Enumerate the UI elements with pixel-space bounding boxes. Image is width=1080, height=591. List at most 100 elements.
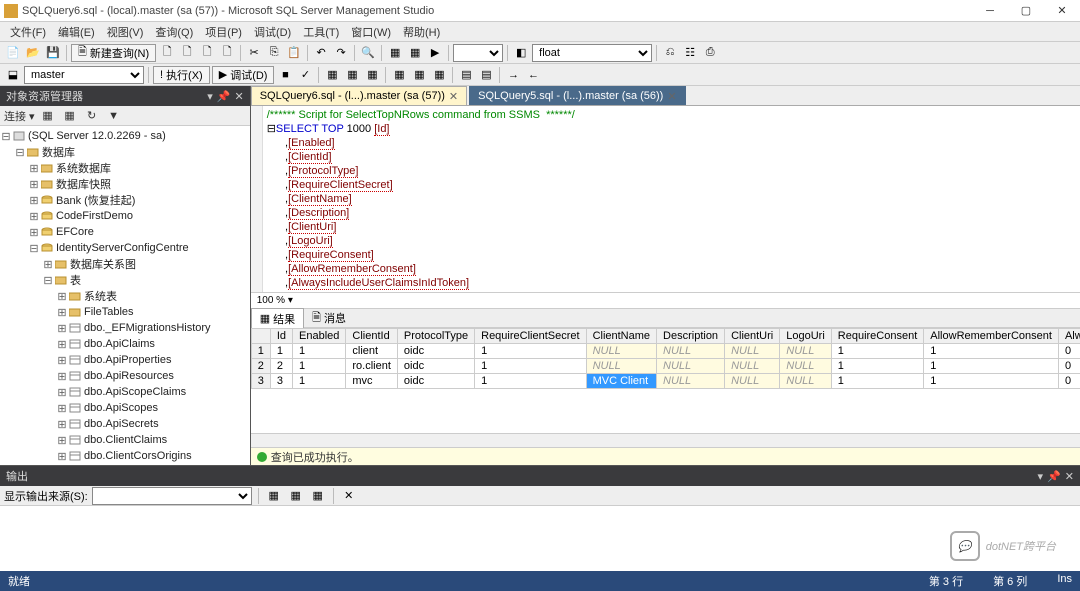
tree-node[interactable]: ⊞dbo.ApiScopes: [0, 400, 250, 416]
scrollbar-horizontal[interactable]: [251, 433, 1080, 447]
undo-icon[interactable]: ↶: [312, 44, 330, 62]
tree-node[interactable]: ⊞数据库快照: [0, 176, 250, 192]
tree-node[interactable]: ⊟数据库: [0, 144, 250, 160]
oe-filter-icon[interactable]: ▼: [105, 107, 123, 125]
execute-button[interactable]: ! 执行(X): [153, 66, 210, 84]
pin-icon[interactable]: ▾: [207, 90, 213, 103]
uncomment-icon[interactable]: ▤: [477, 66, 495, 84]
tb-combo-1[interactable]: [453, 44, 503, 62]
tree-node[interactable]: ⊞dbo.ApiClaims: [0, 336, 250, 352]
oe-icon-1[interactable]: ▦: [39, 107, 57, 125]
tree-node[interactable]: ⊞dbo.ApiSecrets: [0, 416, 250, 432]
tb-icon-8[interactable]: ⎌: [661, 44, 679, 62]
tb-icon-6[interactable]: ▦: [406, 44, 424, 62]
tb-icon-7[interactable]: ◧: [512, 44, 530, 62]
find-icon[interactable]: 🔍: [359, 44, 377, 62]
tree-node[interactable]: ⊞Bank (恢复挂起): [0, 192, 250, 208]
tree-node[interactable]: ⊞dbo._EFMigrationsHistory: [0, 320, 250, 336]
menu-view[interactable]: 视图(V): [101, 22, 150, 42]
menu-debug[interactable]: 调试(D): [248, 22, 297, 42]
indent-icon[interactable]: →: [504, 66, 522, 84]
menu-edit[interactable]: 编辑(E): [52, 22, 101, 42]
sql-editor[interactable]: /****** Script for SelectTopNRows comman…: [251, 106, 1080, 292]
redo-icon[interactable]: ↷: [332, 44, 350, 62]
tab-sqlquery5[interactable]: SQLQuery5.sql - (l...).master (sa (56))✕: [469, 86, 685, 105]
tb-icon-4[interactable]: 🗋: [218, 44, 236, 62]
tb2-icon-5[interactable]: ▦: [390, 66, 408, 84]
connect-dropdown[interactable]: 连接 ▾: [4, 108, 35, 124]
cut-icon[interactable]: ✂: [245, 44, 263, 62]
tb-icon-9[interactable]: ☷: [681, 44, 699, 62]
object-tree[interactable]: ⊟(SQL Server 12.0.2269 - sa)⊟数据库⊞系统数据库⊞数…: [0, 126, 250, 465]
tree-node[interactable]: ⊞dbo.ClientCorsOrigins: [0, 448, 250, 464]
new-project-icon[interactable]: 📄: [4, 44, 22, 62]
pin2-icon[interactable]: 📌: [217, 90, 231, 103]
close-panel-icon[interactable]: ✕: [234, 90, 243, 103]
tb-icon-2[interactable]: 🗋: [178, 44, 196, 62]
output-source-combo[interactable]: [92, 487, 252, 505]
tree-node[interactable]: ⊞EFCore: [0, 224, 250, 240]
tree-node[interactable]: ⊞dbo.ApiProperties: [0, 352, 250, 368]
tab-results[interactable]: ▦ 结果: [251, 308, 304, 330]
tb2-icon-1[interactable]: ⬓: [4, 66, 22, 84]
tree-node[interactable]: ⊟(SQL Server 12.0.2269 - sa): [0, 128, 250, 144]
tb2-icon-7[interactable]: ▦: [430, 66, 448, 84]
parse-icon[interactable]: ✓: [296, 66, 314, 84]
close-button[interactable]: ✕: [1048, 2, 1076, 20]
tree-node[interactable]: ⊞系统表: [0, 288, 250, 304]
status-ins: Ins: [1057, 573, 1072, 589]
tree-node[interactable]: ⊞dbo.ApiScopeClaims: [0, 384, 250, 400]
tree-node[interactable]: ⊟IdentityServerConfigCentre: [0, 240, 250, 256]
out-icon-2[interactable]: ▦: [287, 487, 305, 505]
out-icon-1[interactable]: ▦: [265, 487, 283, 505]
outdent-icon[interactable]: ←: [524, 66, 542, 84]
results-grid[interactable]: IdEnabledClientIdProtocolTypeRequireClie…: [251, 328, 1080, 433]
tb2-icon-4[interactable]: ▦: [363, 66, 381, 84]
tree-node[interactable]: ⊟表: [0, 272, 250, 288]
menu-window[interactable]: 窗口(W): [345, 22, 397, 42]
close-icon[interactable]: ✕: [449, 90, 458, 103]
paste-icon[interactable]: 📋: [285, 44, 303, 62]
debug-button[interactable]: ▶ 调试(D): [212, 66, 275, 84]
tree-node[interactable]: ⊞CodeFirstDemo: [0, 208, 250, 224]
menu-tools[interactable]: 工具(T): [297, 22, 345, 42]
comment-icon[interactable]: ▤: [457, 66, 475, 84]
tb-icon-3[interactable]: 🗋: [198, 44, 216, 62]
open-icon[interactable]: 📂: [24, 44, 42, 62]
tab-messages[interactable]: 🗎 消息: [304, 307, 354, 330]
type-combo[interactable]: float: [532, 44, 652, 62]
zoom-combo[interactable]: 100 % ▾: [251, 292, 1080, 308]
tb-play-icon[interactable]: ▶: [426, 44, 444, 62]
tb2-icon-2[interactable]: ▦: [323, 66, 341, 84]
pin2-icon[interactable]: 📌: [1047, 470, 1061, 483]
tb2-icon-3[interactable]: ▦: [343, 66, 361, 84]
close-panel-icon[interactable]: ✕: [1065, 470, 1074, 483]
oe-refresh-icon[interactable]: ↻: [83, 107, 101, 125]
menu-file[interactable]: 文件(F): [4, 22, 52, 42]
close-icon[interactable]: ✕: [667, 90, 676, 103]
tree-node[interactable]: ⊞FileTables: [0, 304, 250, 320]
menu-project[interactable]: 项目(P): [199, 22, 248, 42]
tab-sqlquery6[interactable]: SQLQuery6.sql - (l...).master (sa (57))✕: [251, 86, 467, 105]
stop-icon[interactable]: ■: [276, 66, 294, 84]
database-combo[interactable]: master: [24, 66, 144, 84]
out-clear-icon[interactable]: ✕: [340, 487, 358, 505]
copy-icon[interactable]: ⎘: [265, 44, 283, 62]
menu-help[interactable]: 帮助(H): [397, 22, 446, 42]
maximize-button[interactable]: ▢: [1012, 2, 1040, 20]
tb-icon-1[interactable]: 🗋: [158, 44, 176, 62]
tree-node[interactable]: ⊞数据库关系图: [0, 256, 250, 272]
tree-node[interactable]: ⊞dbo.ClientClaims: [0, 432, 250, 448]
minimize-button[interactable]: ─: [976, 2, 1004, 20]
new-query-button[interactable]: 🗎 新建查询(N): [71, 44, 156, 62]
pin-icon[interactable]: ▾: [1038, 470, 1044, 483]
tree-node[interactable]: ⊞系统数据库: [0, 160, 250, 176]
tree-node[interactable]: ⊞dbo.ApiResources: [0, 368, 250, 384]
tb-icon-5[interactable]: ▦: [386, 44, 404, 62]
out-icon-3[interactable]: ▦: [309, 487, 327, 505]
menu-query[interactable]: 查询(Q): [149, 22, 199, 42]
tb2-icon-6[interactable]: ▦: [410, 66, 428, 84]
tb-icon-10[interactable]: ⎙: [701, 44, 719, 62]
save-icon[interactable]: 💾: [44, 44, 62, 62]
oe-icon-2[interactable]: ▦: [61, 107, 79, 125]
